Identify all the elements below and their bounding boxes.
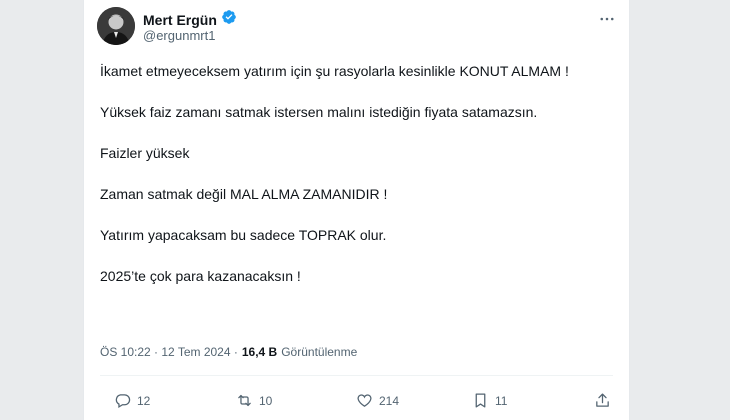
repost-count: 10 bbox=[259, 393, 273, 408]
heart-icon bbox=[357, 394, 372, 407]
like-count: 214 bbox=[379, 393, 400, 408]
action-bar: 12 10 214 11 bbox=[100, 392, 613, 412]
tweet-meta: ÖS 10:22 · 12 Tem 2024 · 16,4 B Görüntül… bbox=[100, 345, 357, 359]
avatar-photo bbox=[97, 7, 135, 45]
avatar[interactable] bbox=[97, 7, 135, 45]
tweet-line: Yatırım yapacaksam bu sadece TOPRAK olur… bbox=[100, 227, 387, 243]
bookmark-icon bbox=[475, 393, 486, 408]
reply-button[interactable]: 12 bbox=[114, 392, 150, 409]
share-button[interactable] bbox=[594, 392, 611, 409]
repost-icon bbox=[238, 394, 251, 407]
author-name[interactable]: Mert Ergün bbox=[143, 12, 217, 28]
tweet-line: Zaman satmak değil MAL ALMA ZAMANIDIR ! bbox=[100, 186, 388, 202]
views-label: Görüntülenme bbox=[281, 345, 358, 359]
more-options-icon[interactable] bbox=[598, 10, 616, 28]
share-icon bbox=[596, 393, 609, 407]
tweet-timestamp[interactable]: ÖS 10:22 · 12 Tem 2024 · bbox=[100, 345, 238, 359]
tweet-line: 2025’te çok para kazanacaksın ! bbox=[100, 268, 301, 284]
tweet-line: Faizler yüksek bbox=[100, 145, 190, 161]
reply-count: 12 bbox=[137, 393, 151, 408]
like-button[interactable]: 214 bbox=[356, 392, 399, 409]
tweet-line: İkamet etmeyeceksem yatırım için şu rasy… bbox=[100, 63, 569, 79]
bookmark-count: 11 bbox=[495, 393, 508, 408]
divider bbox=[100, 375, 613, 376]
tweet-card: Mert Ergün @ergunmrt1 İkamet etmeyecekse… bbox=[83, 0, 630, 420]
author-handle[interactable]: @ergunmrt1 bbox=[143, 28, 215, 43]
reply-icon bbox=[115, 394, 131, 409]
tweet-line: Yüksek faiz zamanı satmak istersen malın… bbox=[100, 104, 538, 120]
repost-button[interactable]: 10 bbox=[236, 392, 272, 409]
verified-badge-icon bbox=[221, 9, 237, 30]
tweet-text: İkamet etmeyeceksem yatırım için şu rasy… bbox=[100, 61, 615, 307]
views-count: 16,4 B bbox=[241, 345, 278, 359]
bookmark-button[interactable]: 11 bbox=[472, 392, 507, 409]
